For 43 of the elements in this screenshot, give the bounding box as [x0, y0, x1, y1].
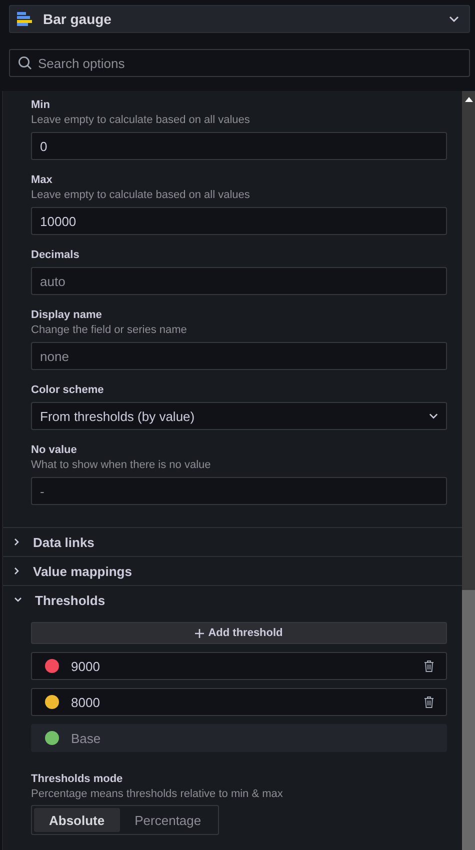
select-field[interactable]: From thresholds (by value): [31, 402, 447, 430]
input-field[interactable]: -: [31, 477, 447, 505]
scroll-up-icon[interactable]: [464, 97, 472, 102]
input-field[interactable]: 10000: [31, 207, 447, 235]
chevron-right-icon: [14, 567, 20, 575]
search-field[interactable]: Search options: [9, 49, 470, 77]
section-header[interactable]: Thresholds: [3, 585, 462, 614]
color-dot[interactable]: [45, 731, 59, 745]
bar-chart-icon: [17, 12, 35, 26]
trash-icon[interactable]: [424, 660, 434, 672]
field-label: Display name: [31, 308, 103, 322]
section-header[interactable]: Data links: [3, 527, 462, 556]
field-label: Color scheme: [31, 383, 105, 397]
field-description: Leave empty to calculate based on all values: [31, 188, 251, 202]
field-description: What to show when there is no value: [31, 458, 212, 472]
color-dot[interactable]: [45, 695, 59, 709]
field-description: Percentage means thresholds relative to min & max: [31, 787, 284, 801]
field-label: No value: [31, 443, 78, 457]
threshold-input[interactable]: 9000: [31, 652, 447, 680]
color-dot[interactable]: [45, 659, 59, 673]
chevron-down-icon: [429, 413, 438, 419]
field-label: Min: [31, 98, 51, 112]
field-label: Thresholds mode: [31, 772, 124, 786]
visualization-picker[interactable]: Bar gauge: [9, 5, 470, 33]
chevron-right-icon: [14, 538, 20, 546]
scrollbar[interactable]: [462, 91, 475, 850]
chevron-down-icon: [14, 597, 22, 603]
field-description: Leave empty to calculate based on all values: [31, 113, 251, 127]
threshold-input[interactable]: 8000: [31, 688, 447, 716]
chevron-down-icon: [449, 16, 459, 22]
input-field[interactable]: none: [31, 342, 447, 370]
radio-option[interactable]: Absolute: [34, 808, 120, 832]
field-label: Max: [31, 173, 54, 187]
section-header[interactable]: Value mappings: [3, 556, 462, 585]
field-description: Change the field or series name: [31, 323, 188, 337]
radio-option[interactable]: Percentage: [120, 808, 216, 832]
field-label: Decimals: [31, 248, 80, 262]
input-field[interactable]: auto: [31, 267, 447, 295]
trash-icon[interactable]: [424, 696, 434, 708]
plus-icon: [195, 628, 204, 638]
add-threshold-button[interactable]: Add threshold: [31, 622, 447, 644]
base-threshold-row[interactable]: Base: [31, 724, 447, 752]
input-field[interactable]: 0: [31, 132, 447, 160]
